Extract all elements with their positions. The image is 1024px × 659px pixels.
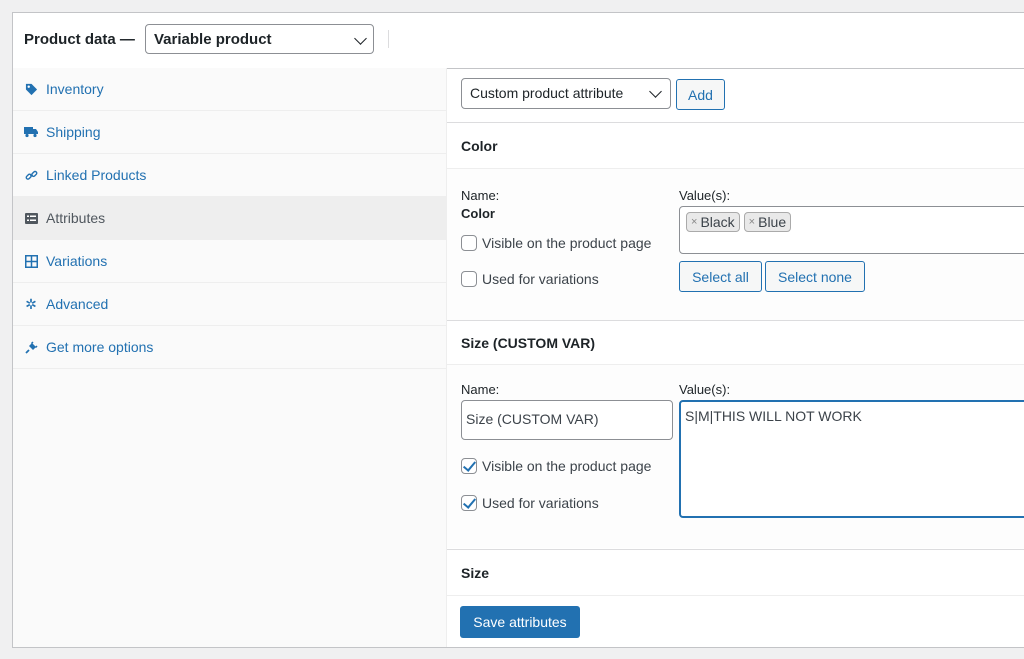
sidebar-item-variations[interactable]: Variations (13, 240, 446, 283)
textarea-value: S|M|THIS WILL NOT WORK (685, 408, 862, 424)
attribute-body: Name: Color Visible on the product page … (447, 169, 1024, 321)
values-textarea[interactable]: S|M|THIS WILL NOT WORK (679, 400, 1024, 518)
sidebar-item-label: Linked Products (46, 167, 147, 183)
attributes-panel: Custom product attribute Add Color Name:… (447, 68, 1024, 647)
checkbox-label: Visible on the product page (482, 235, 652, 251)
attribute-name-value: Color (461, 206, 495, 221)
gear-icon: ✲ (25, 296, 37, 312)
sidebar-item-get-more-options[interactable]: Get more options (13, 326, 446, 369)
value-tag-black[interactable]: × Black (686, 212, 740, 232)
chevron-down-icon (354, 32, 367, 45)
button-label: Save attributes (473, 614, 567, 630)
value-tag-blue[interactable]: × Blue (743, 212, 792, 232)
save-attributes-button[interactable]: Save attributes (460, 606, 580, 638)
button-label: Select none (778, 268, 852, 285)
checkbox-box[interactable] (461, 271, 477, 287)
list-icon (24, 211, 38, 225)
product-type-select[interactable]: Variable product (145, 24, 374, 54)
product-type-value: Variable product (154, 31, 272, 48)
tag-label: Blue (758, 214, 787, 230)
checkbox-label: Used for variations (482, 271, 599, 287)
sidebar-item-shipping[interactable]: Shipping (13, 111, 446, 154)
select-none-button[interactable]: Select none (765, 261, 865, 292)
remove-icon[interactable]: × (691, 216, 697, 228)
attribute-heading[interactable]: Color (447, 123, 1024, 169)
sidebar-item-attributes[interactable]: Attributes (13, 197, 446, 240)
tag-label: Black (700, 214, 735, 230)
link-icon (24, 168, 38, 182)
attribute-body: Name: Size (CUSTOM VAR) Visible on the p… (447, 365, 1024, 548)
values-label: Value(s): (679, 382, 731, 397)
sidebar-item-linked-products[interactable]: Linked Products (13, 154, 446, 197)
add-attribute-button[interactable]: Add (676, 79, 725, 110)
select-all-button[interactable]: Select all (679, 261, 762, 292)
product-data-title: Product data — (24, 31, 135, 48)
tag-icon (24, 82, 38, 96)
name-label: Name: (461, 188, 500, 203)
sidebar-item-advanced[interactable]: ✲ Advanced (13, 283, 446, 326)
product-data-panel: Product data — Variable product Inventor… (12, 12, 1024, 648)
visible-on-product-page-checkbox[interactable]: Visible on the product page (461, 235, 651, 251)
used-for-variations-checkbox[interactable]: Used for variations (461, 495, 599, 511)
name-label: Name: (461, 382, 500, 397)
sidebar-item-label: Attributes (46, 210, 106, 226)
product-data-header: Product data — Variable product (13, 13, 1024, 69)
button-label: Select all (692, 268, 749, 285)
checkbox-box[interactable] (461, 495, 477, 511)
attribute-size: Size (447, 549, 1024, 596)
plug-icon (24, 340, 38, 354)
sidebar-item-label: Get more options (46, 339, 154, 355)
attribute-color: Color Name: Color Visible on the product… (447, 122, 1024, 321)
values-label: Value(s): (679, 188, 731, 203)
sidebar-item-label: Advanced (46, 296, 109, 312)
add-button-label: Add (688, 86, 713, 103)
input-value: Size (CUSTOM VAR) (466, 411, 599, 427)
attribute-name-input[interactable]: Size (CUSTOM VAR) (461, 400, 673, 440)
used-for-variations-checkbox[interactable]: Used for variations (461, 271, 599, 287)
checkbox-label: Visible on the product page (482, 458, 652, 474)
sidebar-item-label: Variations (46, 253, 108, 269)
remove-icon[interactable]: × (749, 216, 755, 228)
values-multiselect[interactable]: × Black × Blue (679, 206, 1024, 254)
sidebar-item-label: Shipping (46, 124, 101, 140)
checkbox-box[interactable] (461, 458, 477, 474)
product-data-tabs: Inventory Shipping Linked Products Attri… (13, 68, 447, 647)
attribute-type-select[interactable]: Custom product attribute (461, 78, 671, 109)
attribute-type-value: Custom product attribute (470, 85, 624, 101)
checkbox-label: Used for variations (482, 495, 599, 511)
sidebar-item-label: Inventory (46, 81, 104, 97)
attribute-heading[interactable]: Size (447, 550, 1024, 596)
truck-icon (24, 125, 38, 139)
checkbox-box[interactable] (461, 235, 477, 251)
visible-on-product-page-checkbox[interactable]: Visible on the product page (461, 458, 651, 474)
attribute-heading[interactable]: Size (CUSTOM VAR) (447, 321, 1024, 365)
chevron-down-icon (649, 85, 662, 98)
sidebar-item-inventory[interactable]: Inventory (13, 68, 446, 111)
header-divider (388, 30, 389, 48)
attribute-size-custom-var: Size (CUSTOM VAR) Name: Size (CUSTOM VAR… (447, 320, 1024, 548)
grid-icon (24, 254, 38, 268)
